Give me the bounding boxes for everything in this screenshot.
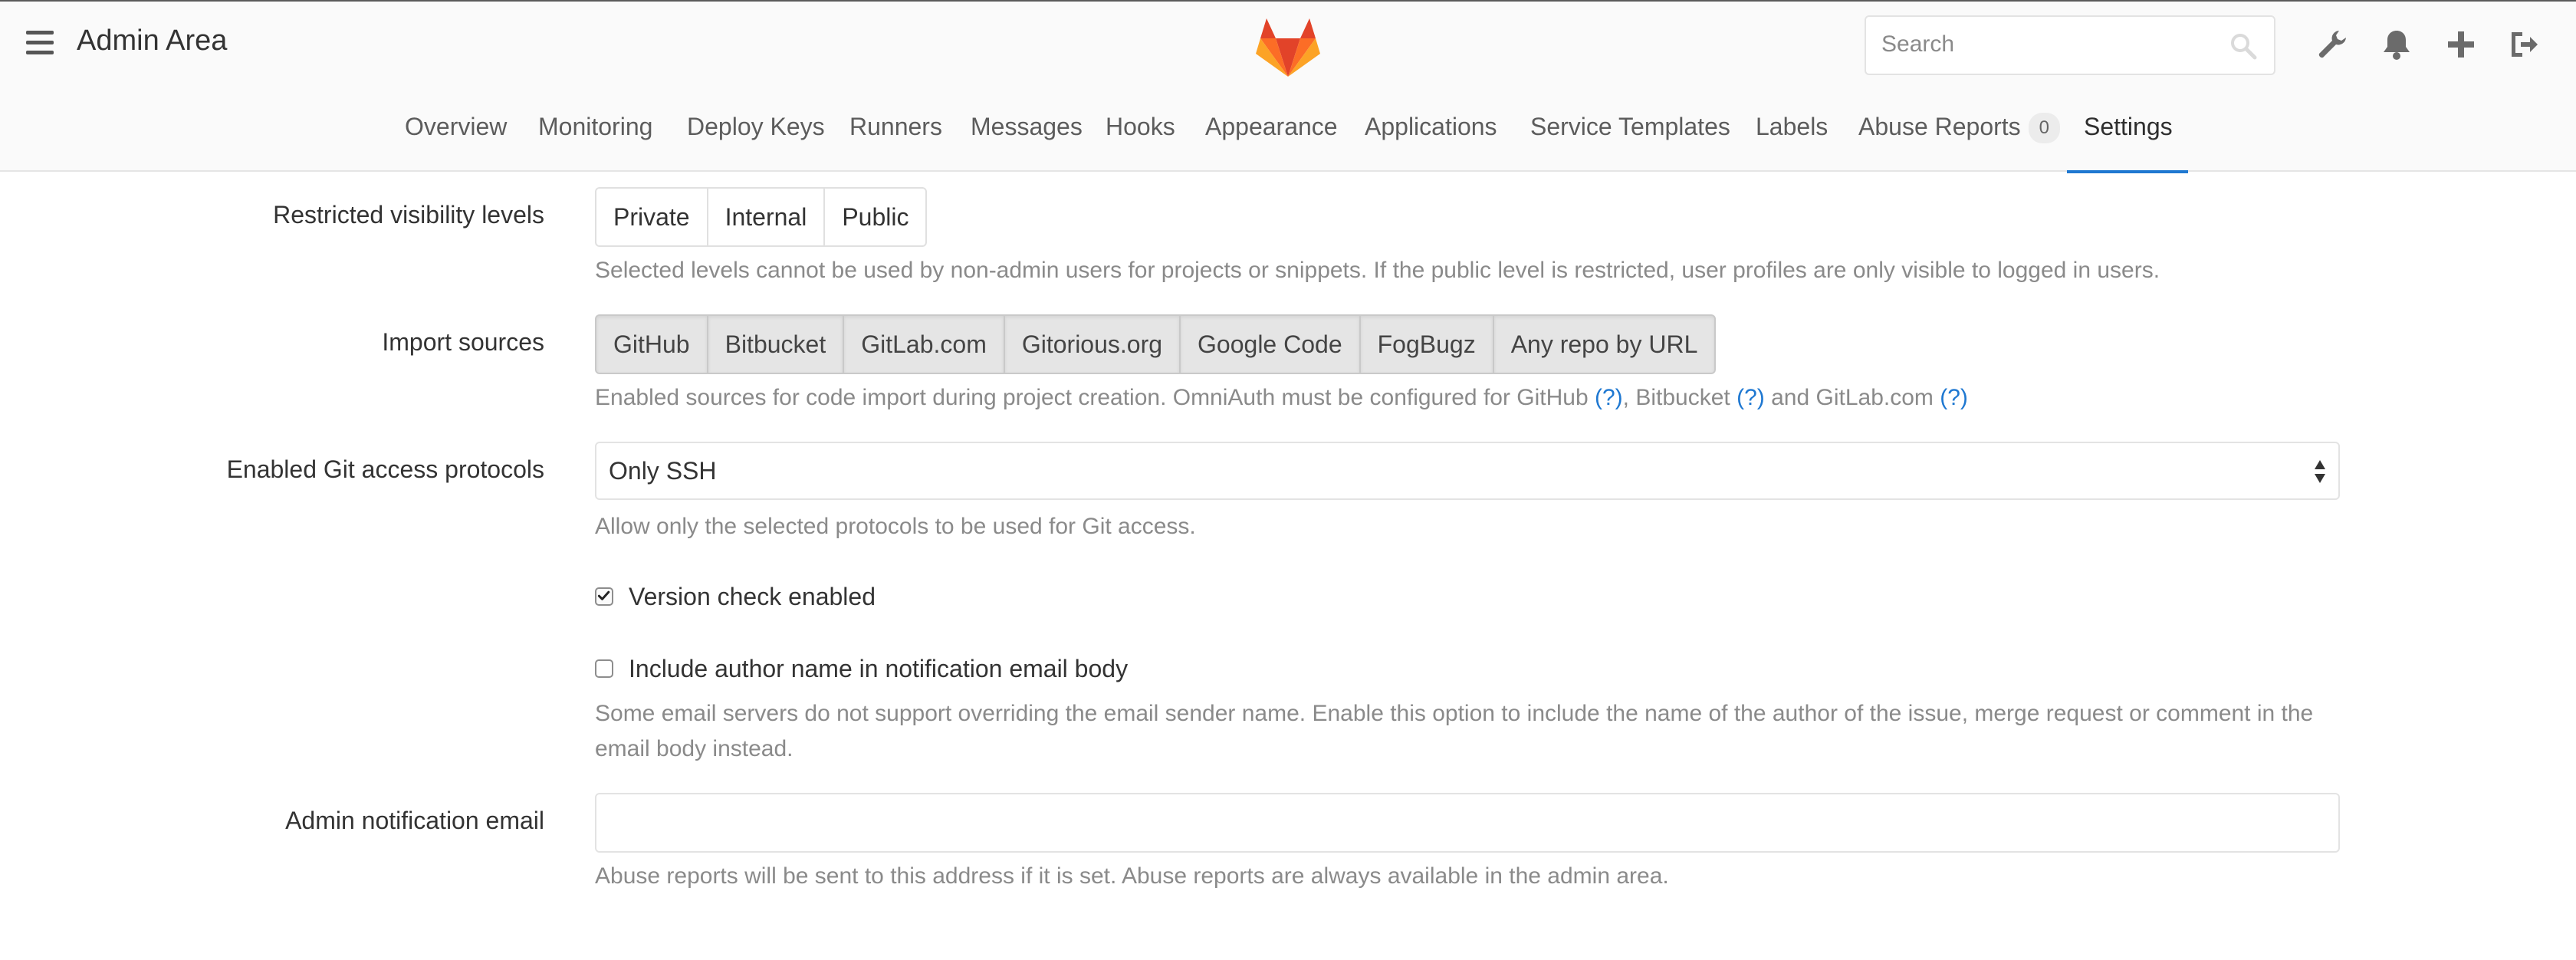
plus-icon[interactable] [2444,28,2478,61]
tab-overview[interactable]: Overview [405,109,507,173]
tab-service-templates[interactable]: Service Templates [1530,109,1730,173]
tab-runners[interactable]: Runners [849,109,942,173]
import-bitbucket-button[interactable]: Bitbucket [706,314,845,374]
select-arrows-icon [2315,460,2325,483]
import-gitorious-button[interactable]: Gitorious.org [1003,314,1181,374]
visibility-internal-button[interactable]: Internal [706,187,826,247]
search-icon [2231,34,2257,60]
abuse-reports-count-badge: 0 [2028,113,2061,143]
tab-monitoring[interactable]: Monitoring [538,109,652,173]
sign-out-icon[interactable] [2507,28,2541,61]
import-fogbugz-button[interactable]: FogBugz [1359,314,1494,374]
tab-hooks[interactable]: Hooks [1106,109,1175,173]
search-input[interactable] [1866,17,2203,72]
visibility-private-button[interactable]: Private [595,187,708,247]
import-sources-button-group: GitHub Bitbucket GitLab.com Gitorious.or… [595,314,1717,374]
admin-nav: Overview Monitoring Deploy Keys Runners … [0,109,2576,173]
import-google-code-button[interactable]: Google Code [1179,314,1361,374]
version-check-checkbox[interactable] [595,587,613,606]
git-access-selected-value: Only SSH [609,457,717,485]
admin-email-label: Admin notification email [285,807,544,834]
visibility-public-button[interactable]: Public [823,187,928,247]
tab-appearance[interactable]: Appearance [1205,109,1338,173]
search-box [1865,15,2275,75]
import-help-bitbucket-text: , Bitbucket [1622,385,1730,410]
page-title: Admin Area [77,25,228,57]
visibility-help: Selected levels cannot be used by non-ad… [595,258,2160,283]
admin-email-input[interactable] [595,793,2340,853]
import-gitlab-com-button[interactable]: GitLab.com [843,314,1005,374]
bell-icon[interactable] [2380,28,2413,61]
hamburger-icon[interactable] [26,31,54,55]
tab-messages[interactable]: Messages [971,109,1083,173]
gitlab-logo[interactable] [1254,15,1322,77]
tab-deploy-keys[interactable]: Deploy Keys [687,109,825,173]
github-help-link[interactable]: (?) [1595,385,1623,410]
visibility-button-group: Private Internal Public [595,187,928,247]
admin-email-help: Abuse reports will be sent to this addre… [595,863,1669,889]
git-access-help: Allow only the selected protocols to be … [595,514,1196,539]
git-access-select[interactable]: Only SSH [595,442,2340,500]
author-name-label: Include author name in notification emai… [629,654,1129,682]
tab-abuse-reports[interactable]: Abuse Reports 0 [1858,109,2061,173]
import-help-text: Enabled sources for code import during p… [595,385,1589,410]
visibility-label: Restricted visibility levels [273,201,544,228]
tab-abuse-reports-label: Abuse Reports [1858,113,2021,140]
author-name-help: Some email servers do not support overri… [595,701,2314,761]
wrench-icon[interactable] [2315,28,2349,61]
checkmark-icon [597,590,610,600]
tab-settings[interactable]: Settings [2067,109,2188,173]
version-check-label: Version check enabled [629,582,876,610]
tab-applications[interactable]: Applications [1365,109,1497,173]
import-sources-label: Import sources [382,328,544,356]
bitbucket-help-link[interactable]: (?) [1737,385,1765,410]
author-name-checkbox[interactable] [595,659,613,678]
version-check-row[interactable]: Version check enabled [595,581,876,612]
import-sources-help: Enabled sources for code import during p… [595,380,1968,416]
tab-labels[interactable]: Labels [1756,109,1828,173]
git-access-label: Enabled Git access protocols [226,455,544,483]
import-help-gitlab-text: and GitLab.com [1771,385,1934,410]
author-name-row[interactable]: Include author name in notification emai… [595,653,1128,684]
gitlab-com-help-link[interactable]: (?) [1940,385,1968,410]
import-any-repo-button[interactable]: Any repo by URL [1492,314,1717,374]
import-github-button[interactable]: GitHub [595,314,708,374]
top-header: Admin Area Overview Monitoring Deploy Ke… [0,0,2576,173]
